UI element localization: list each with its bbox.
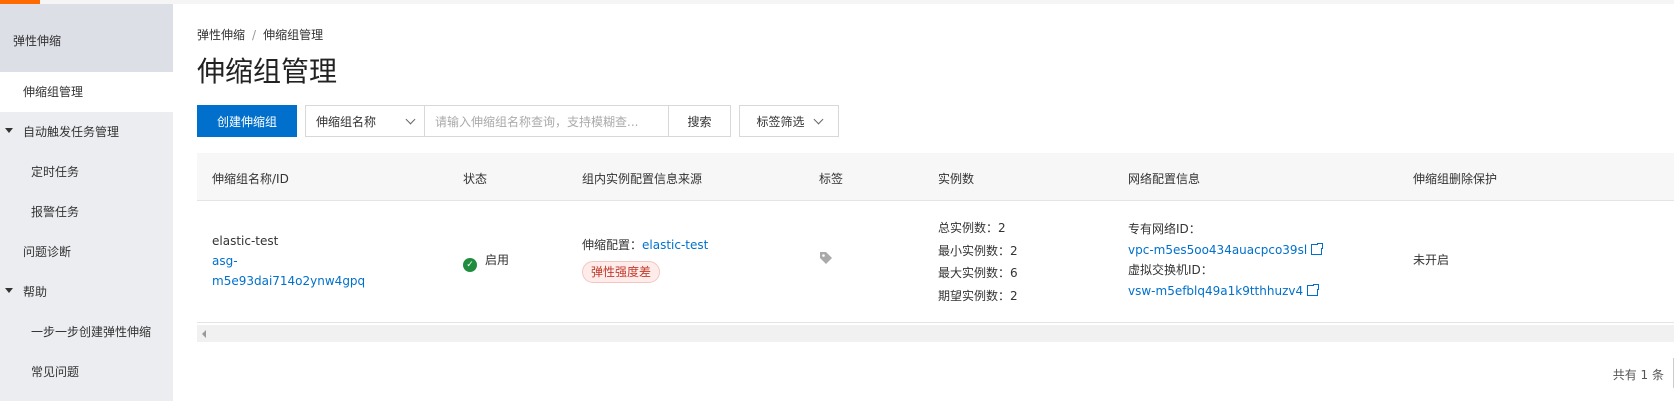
sidebar-item-scheduled-tasks[interactable]: 定时任务: [0, 152, 173, 192]
sidebar-title: 弹性伸缩: [0, 4, 173, 72]
external-link-icon[interactable]: [1307, 282, 1321, 296]
external-link-icon[interactable]: [1311, 241, 1325, 255]
tag-icon[interactable]: [819, 251, 833, 265]
breadcrumb-current: 伸缩组管理: [263, 28, 324, 42]
main-content: 弹性伸缩 / 伸缩组管理 伸缩组管理 创建伸缩组 伸缩组名称 请输入伸缩组名称查询，…: [173, 4, 1674, 401]
column-header-config-source: 组内实例配置信息来源: [582, 172, 703, 186]
config-source-cell: 伸缩配置：elastic-test 弹性强度差: [582, 235, 708, 283]
toolbar: 创建伸缩组 伸缩组名称 请输入伸缩组名称查询，支持模糊查... 搜索 标签筛选: [197, 105, 839, 137]
config-label: 伸缩配置：: [582, 238, 643, 252]
caret-down-icon: [5, 128, 13, 133]
max-instances: 最大实例数：6: [938, 266, 1018, 280]
sidebar: 弹性伸缩 伸缩组管理 自动触发任务管理 定时任务 报警任务 问题诊断 帮助 一步…: [0, 4, 173, 401]
delete-protection-cell: 未开启: [1413, 253, 1450, 267]
tag-filter-button[interactable]: 标签筛选: [739, 105, 839, 137]
column-header-name: 伸缩组名称/ID: [212, 172, 289, 186]
chevron-down-icon: [813, 114, 823, 124]
scroll-left-icon[interactable]: [202, 330, 206, 338]
status-cell: ✓ 启用: [463, 250, 509, 272]
chevron-down-icon: [405, 114, 416, 124]
vpc-label: 专有网络ID：: [1128, 222, 1201, 236]
sidebar-item-auto-tasks[interactable]: 自动触发任务管理: [0, 112, 173, 152]
desired-instances: 期望实例数：2: [938, 288, 1018, 303]
create-scaling-group-button[interactable]: 创建伸缩组: [197, 105, 297, 137]
column-header-tags: 标签: [819, 172, 844, 186]
search-button[interactable]: 搜索: [669, 105, 731, 137]
scaling-group-table: 伸缩组名称/ID 状态 组内实例配置信息来源 标签 实例数 网络配置信息 伸缩组…: [197, 153, 1674, 323]
table-header: 伸缩组名称/ID 状态 组内实例配置信息来源 标签 实例数 网络配置信息 伸缩组…: [197, 153, 1674, 201]
sidebar-item-label: 帮助: [23, 285, 48, 299]
filter-field-value: 伸缩组名称: [316, 114, 377, 129]
min-instances: 最小实例数：2: [938, 243, 1018, 258]
sidebar-item-scaling-groups[interactable]: 伸缩组管理: [0, 72, 173, 112]
status-text: 启用: [485, 253, 510, 267]
total-count: 共有 1 条: [1612, 368, 1664, 382]
tag-filter-label: 标签筛选: [756, 114, 805, 129]
breadcrumb-separator: /: [252, 28, 257, 42]
network-cell: 专有网络ID： vpc-m5es5oo434auacpco39sl 虚拟交换机I…: [1128, 219, 1325, 301]
config-link[interactable]: elastic-test: [642, 238, 708, 252]
vsw-label: 虚拟交换机ID：: [1128, 263, 1213, 277]
vpc-id-link[interactable]: vpc-m5es5oo434auacpco39sl: [1128, 243, 1307, 257]
column-header-delete-protection: 伸缩组删除保护: [1413, 172, 1498, 186]
breadcrumb-root[interactable]: 弹性伸缩: [197, 28, 245, 42]
total-instances: 总实例数：2: [938, 221, 1006, 235]
filter-field-select[interactable]: 伸缩组名称: [305, 105, 425, 137]
group-id-link[interactable]: asg- m5e93dai714o2ynw4gpq: [212, 251, 365, 291]
group-id-part: m5e93dai714o2ynw4gpq: [212, 274, 366, 288]
tags-cell: [819, 251, 833, 271]
sidebar-item-label: 自动触发任务管理: [23, 125, 120, 139]
caret-down-icon: [5, 288, 13, 293]
sidebar-item-alarm-tasks[interactable]: 报警任务: [0, 192, 173, 232]
group-id-part: asg-: [212, 254, 238, 268]
group-name-cell: elastic-test asg- m5e93dai714o2ynw4gpq: [212, 231, 365, 291]
page-title: 伸缩组管理: [197, 55, 338, 88]
sidebar-item-faq[interactable]: 常见问题: [0, 352, 173, 392]
breadcrumb: 弹性伸缩 / 伸缩组管理: [197, 26, 323, 43]
search-input[interactable]: 请输入伸缩组名称查询，支持模糊查...: [425, 105, 669, 137]
group-name: elastic-test: [212, 234, 279, 248]
column-header-instances: 实例数: [938, 172, 975, 186]
check-circle-icon: ✓: [463, 258, 477, 272]
sidebar-item-diagnosis[interactable]: 问题诊断: [0, 232, 173, 272]
sidebar-item-help[interactable]: 帮助: [0, 272, 173, 312]
table-row: elastic-test asg- m5e93dai714o2ynw4gpq ✓…: [197, 201, 1674, 323]
sidebar-item-step-by-step[interactable]: 一步一步创建弹性伸缩: [0, 312, 173, 352]
horizontal-scrollbar[interactable]: [197, 325, 1674, 342]
instance-count-cell: 总实例数：2 最小实例数：2 最大实例数：6 期望实例数：2: [938, 217, 1018, 307]
column-header-status: 状态: [463, 172, 488, 186]
vsw-id-link[interactable]: vsw-m5efblq49a1k9tthhuzv4: [1128, 284, 1303, 298]
elasticity-strength-badge[interactable]: 弹性强度差: [582, 261, 661, 283]
column-header-network: 网络配置信息: [1128, 172, 1201, 186]
